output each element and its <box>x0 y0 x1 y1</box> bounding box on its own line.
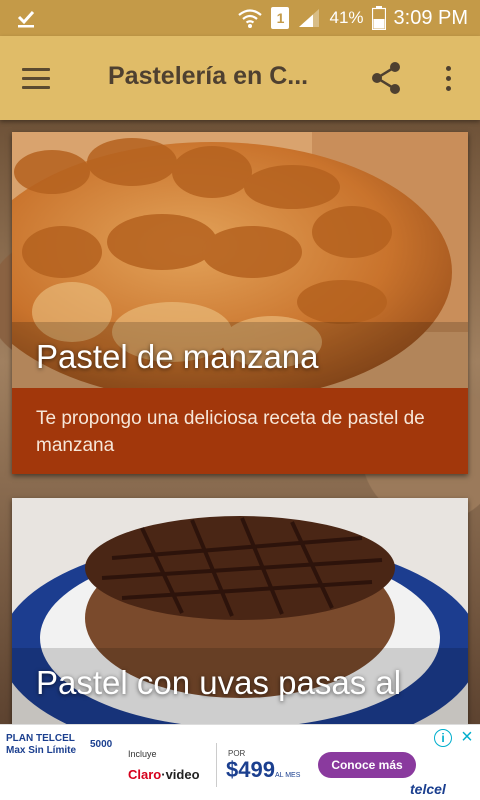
wifi-icon <box>238 9 263 28</box>
recipe-title: Pastel con uvas pasas al <box>36 664 402 701</box>
ad-brand-logo: telcel <box>410 781 446 797</box>
ad-includes-label: Incluye <box>128 749 157 759</box>
ad-close-icon[interactable]: × <box>458 727 476 747</box>
recipe-card[interactable]: Pastel con uvas pasas al <box>12 498 468 724</box>
recipe-title: Pastel de manzana <box>36 338 319 375</box>
more-vert-icon[interactable] <box>430 58 466 98</box>
share-icon[interactable] <box>366 58 406 98</box>
ad-cta-button[interactable]: Conoce más <box>318 752 416 778</box>
signal-icon <box>299 9 320 27</box>
battery-percent: 41% <box>329 8 364 27</box>
download-done-icon <box>17 10 35 28</box>
ad-plan-name: PLAN TELCEL Max Sin Límite <box>6 733 77 756</box>
status-icons: 1 41% 3:09 PM <box>237 0 468 36</box>
ad-info-icon[interactable]: i <box>434 729 452 747</box>
menu-button[interactable] <box>14 58 58 98</box>
sim-indicator: 1 <box>271 7 290 29</box>
clock: 3:09 PM <box>393 6 468 29</box>
menu-icon <box>22 67 50 71</box>
page-title: Pastelería en C... <box>108 62 309 90</box>
ad-plan-amount: 5000 <box>90 739 113 750</box>
recipe-description: Te propongo una deliciosa receta de past… <box>12 388 468 474</box>
app-bar: Pastelería en C... <box>0 36 480 120</box>
ad-divider <box>216 743 217 787</box>
battery-icon <box>371 6 386 30</box>
ad-banner[interactable]: PLAN TELCEL Max Sin Límite 5000 Incluye … <box>0 724 480 800</box>
ad-price: $499AL MES <box>226 757 301 782</box>
ad-claro-video-logo: Claro·video <box>128 767 200 782</box>
status-bar: 1 41% 3:09 PM <box>0 0 480 36</box>
recipe-card[interactable]: Pastel de manzana Te propongo una delici… <box>12 132 468 474</box>
